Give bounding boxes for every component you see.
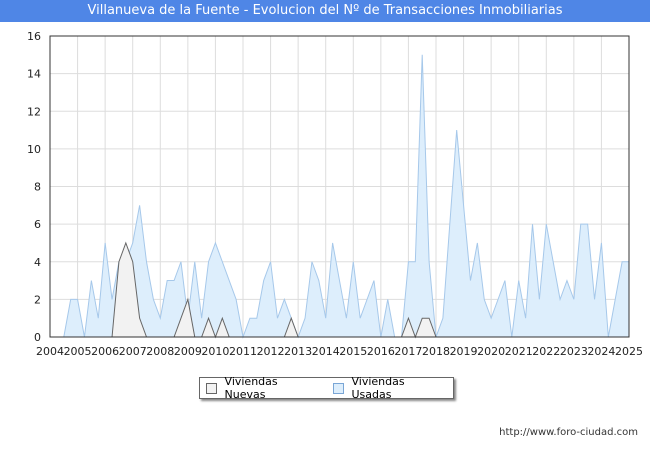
x-tick-label: 2005: [64, 345, 92, 358]
x-tick-label: 2006: [91, 345, 119, 358]
y-tick-label: 4: [34, 256, 41, 269]
legend: Viviendas Nuevas Viviendas Usadas: [199, 375, 454, 401]
y-tick-label: 8: [34, 181, 41, 194]
x-tick-label: 2023: [560, 345, 588, 358]
x-tick-label: 2009: [174, 345, 202, 358]
x-tick-label: 2021: [505, 345, 533, 358]
x-tick-label: 2016: [367, 345, 395, 358]
x-tick-label: 2017: [394, 345, 422, 358]
x-tick-label: 2015: [339, 345, 367, 358]
x-tick-label: 2008: [146, 345, 174, 358]
x-tick-label: 2013: [284, 345, 312, 358]
y-tick-label: 6: [34, 218, 41, 231]
y-tick-label: 2: [34, 293, 41, 306]
x-tick-label: 2022: [532, 345, 560, 358]
chart-title: Villanueva de la Fuente - Evolucion del …: [0, 0, 650, 22]
x-tick-label: 2011: [229, 345, 257, 358]
legend-item-nuevas: Viviendas Nuevas: [206, 375, 317, 401]
chart-plot: 02468101214162004 2005 2006 2007 2008 2009 201…: [27, 30, 643, 358]
chart-page: Villanueva de la Fuente - Evolucion del …: [0, 0, 650, 450]
legend-label-usadas: Viviendas Usadas: [351, 375, 405, 401]
y-tick-label: 16: [27, 30, 41, 43]
x-tick-label: 2004: [36, 345, 64, 358]
x-tick-label: 2019: [450, 345, 478, 358]
legend-label-nuevas: Viviendas Nuevas: [224, 375, 278, 401]
y-tick-label: 12: [27, 105, 41, 118]
x-tick-label: 2020: [477, 345, 505, 358]
legend-swatch-usadas: [332, 382, 344, 394]
y-tick-label: 10: [27, 143, 41, 156]
x-tick-label: 2012: [257, 345, 285, 358]
x-tick-label: 2024: [587, 345, 615, 358]
x-tick-label: 2025: [615, 345, 643, 358]
x-tick-label: 2007: [119, 345, 147, 358]
y-tick-label: 14: [27, 68, 41, 81]
x-tick-label: 2018: [422, 345, 450, 358]
legend-item-usadas: Viviendas Usadas: [332, 375, 443, 401]
x-tick-label: 2014: [312, 345, 340, 358]
legend-swatch-nuevas: [206, 382, 217, 394]
source-link[interactable]: http://www.foro-ciudad.com: [499, 427, 638, 438]
y-tick-label: 0: [34, 331, 41, 344]
x-tick-label: 2010: [201, 345, 229, 358]
